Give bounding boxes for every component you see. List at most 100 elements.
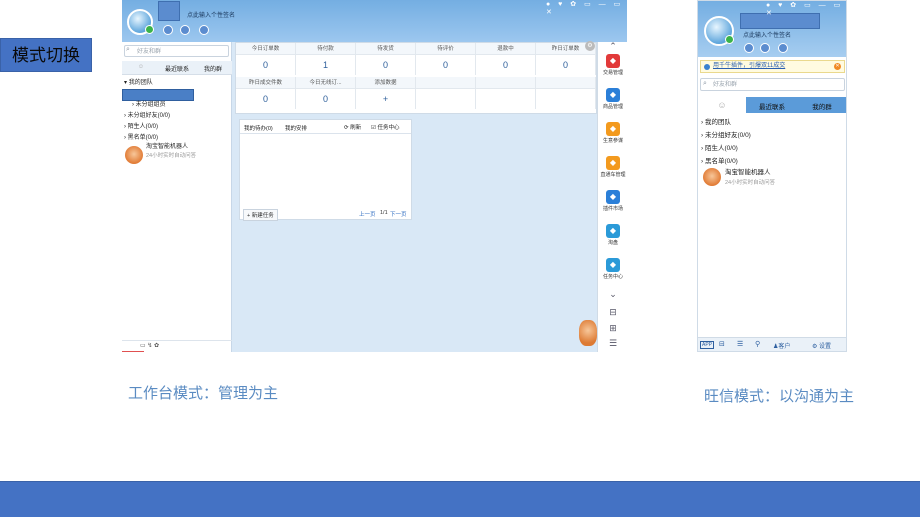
rail-item[interactable]: ◆ 交易管理	[598, 54, 627, 88]
stat-value: 1	[296, 55, 356, 75]
tab-my-todo[interactable]: 我的待办(0)	[244, 124, 273, 132]
status-line	[122, 351, 144, 352]
stat-cell[interactable]: 待发货 0	[356, 43, 416, 75]
tree-item-team[interactable]: ▾ 我的团队	[124, 78, 153, 89]
tree-item-blacklist[interactable]: › 黑名单(0/0)	[701, 155, 738, 168]
rail-label: 插件市场	[602, 206, 623, 212]
window-controls[interactable]: ● ♥ ✿ ▭ — ▭ ✕	[546, 0, 627, 16]
settings-button[interactable]: ⚙ 设置	[812, 341, 831, 350]
stat-cell[interactable]: 添加数据 +	[356, 77, 416, 109]
profile-card-icon[interactable]	[163, 25, 173, 35]
close-icon[interactable]: ✕	[834, 63, 841, 70]
rail-item[interactable]: ◆ 插件市场	[598, 190, 627, 224]
tab-recent[interactable]: 最近联系	[752, 101, 792, 111]
stat-cell[interactable]: 待付款 1	[296, 43, 356, 75]
bottom-toolbar: APP ⊟ ☰ ⚲ ♟客户 ⚙ 设置	[698, 337, 846, 351]
app-button[interactable]: APP	[700, 341, 715, 349]
customer-label: 客户	[778, 344, 791, 350]
grid-icon[interactable]: ⊞	[598, 323, 627, 334]
task-center-button[interactable]: ☑ 任务中心	[371, 123, 399, 131]
robot-contact[interactable]: 淘宝智能机器人 24小时实时自动问答	[146, 143, 196, 161]
notice-link[interactable]: 用千牛插件，引爆双11成交	[713, 61, 785, 72]
contact-search-input[interactable]: 好友和群	[124, 45, 229, 57]
rail-item[interactable]: ◆ 商品管理	[598, 88, 627, 122]
tree-item-strangers[interactable]: › 陌生人(0/0)	[124, 122, 158, 133]
rail-item[interactable]: ◆ 生意参谋	[598, 122, 627, 156]
rail-item[interactable]: ◆ 淘盘	[598, 224, 627, 258]
robot-avatar-icon	[703, 168, 721, 186]
robot-name: 淘宝智能机器人	[146, 144, 189, 150]
stat-value: 0	[296, 89, 356, 109]
stat-cell[interactable]: 退款中 0	[476, 43, 536, 75]
stat-value	[476, 89, 536, 109]
tree-label: 我的团队	[128, 80, 153, 86]
customer-button[interactable]: ♟客户	[773, 341, 790, 350]
tasks-panel: 我的待办(0) 我的安排 ⟳ 刷新 ☑ 任务中心 + 新建任务 上一页 1/1 …	[239, 119, 412, 221]
tab-my-assigned[interactable]: 我的安排	[285, 124, 307, 132]
chevron-down-icon[interactable]: ⌄	[598, 289, 627, 300]
window-controls[interactable]: ● ♥ ✿ ▭ — ▭ ✕	[766, 1, 846, 17]
mail-icon[interactable]	[778, 43, 788, 53]
next-page-link[interactable]: 下一页	[390, 210, 407, 218]
stat-label: 退款中	[476, 43, 536, 55]
list-icon[interactable]: ☰	[737, 340, 743, 348]
stat-value	[416, 89, 476, 109]
tab-recent[interactable]: 最近联系	[160, 64, 194, 73]
stat-value: 0	[476, 55, 536, 75]
prev-page-link[interactable]: 上一页	[359, 210, 376, 218]
stats-panel: 今日订单数 0 待付款 1 待发货 0 待评价 0 退款中 0 昨日订单数 0 昨日成交件数 0 今日无线…	[235, 41, 597, 114]
settings-gear-icon[interactable]: ⚙	[585, 41, 595, 51]
search-person-icon[interactable]: ⚲	[755, 340, 760, 348]
tab-groups[interactable]: 我的群	[802, 101, 842, 111]
stat-cell[interactable]: 昨日成交件数 0	[236, 77, 296, 109]
workbench-window: 点此输入个性签名 ● ♥ ✿ ▭ — ▭ ✕ 好友和群 ⌕ ☺ 最近联系 我的群…	[122, 0, 627, 352]
stat-label	[416, 77, 476, 89]
layout-icon[interactable]: ⊟	[598, 307, 627, 318]
tab-groups[interactable]: 我的群	[196, 64, 230, 73]
stat-cell[interactable]	[476, 77, 536, 109]
tree-label: 我的团队	[704, 119, 731, 126]
robot-contact[interactable]: 淘宝智能机器人 24小时实时自动问答	[725, 168, 775, 188]
stat-cell[interactable]: 待评价 0	[416, 43, 476, 75]
online-status-icon	[145, 25, 154, 34]
tree-item-ungrouped-members[interactable]: › 未分组组员	[132, 100, 166, 111]
list-icon[interactable]: ☰	[598, 338, 627, 349]
stats-row-1: 今日订单数 0 待付款 1 待发货 0 待评价 0 退款中 0 昨日订单数 0	[236, 43, 596, 75]
advisor-icon: ◆	[606, 122, 620, 136]
status-icon[interactable]	[760, 43, 770, 53]
stat-label: 待付款	[296, 43, 356, 55]
profile-card-icon[interactable]	[744, 43, 754, 53]
tree-item-ungrouped-friends[interactable]: › 未分组好友(0/0)	[701, 129, 751, 142]
stat-cell[interactable]: 今日订单数 0	[236, 43, 296, 75]
stat-cell[interactable]: 今日无线订... 0	[296, 77, 356, 109]
tab-contacts[interactable]: ☺	[128, 64, 154, 70]
robot-desc: 24小时实时自动问答	[146, 153, 197, 159]
chevron-up-icon[interactable]: ⌃	[598, 41, 627, 52]
signature-input[interactable]: 点此输入个性签名	[743, 30, 791, 39]
stat-value: 0	[356, 55, 416, 75]
layout-icon[interactable]: ⊟	[719, 340, 725, 348]
tree-item-team[interactable]: › 我的团队	[701, 116, 731, 129]
new-task-button[interactable]: + 新建任务	[243, 209, 278, 221]
signature-input[interactable]: 点此输入个性签名	[187, 10, 235, 19]
divider	[240, 133, 411, 134]
refresh-button[interactable]: ⟳ 刷新	[344, 123, 361, 131]
status-icon[interactable]	[180, 25, 190, 35]
mascot-image	[579, 320, 597, 346]
notice-bar[interactable]: 用千牛插件，引爆双11成交 ✕	[700, 60, 845, 73]
refresh-label: 刷新	[350, 125, 362, 131]
tree-item-strangers[interactable]: › 陌生人(0/0)	[701, 142, 738, 155]
contact-search-input[interactable]: 好友和群	[700, 78, 845, 91]
tab-contacts[interactable]: ☺	[698, 97, 746, 113]
left-caption: 工作台模式：管理为主	[128, 385, 279, 402]
mail-icon[interactable]	[199, 25, 209, 35]
stat-cell[interactable]	[416, 77, 476, 109]
workbench-header: 点此输入个性签名 ● ♥ ✿ ▭ — ▭ ✕	[122, 0, 627, 42]
rail-item[interactable]: ◆ 任务中心	[598, 258, 627, 292]
stat-cell[interactable]	[536, 77, 596, 109]
rail-item[interactable]: ◆ 直通车管理	[598, 156, 627, 190]
task-center-label: 任务中心	[377, 125, 400, 131]
search-icon: ⌕	[126, 46, 130, 53]
tree-item-ungrouped-friends[interactable]: › 未分组好友(0/0)	[124, 111, 170, 122]
car-icon: ◆	[606, 156, 620, 170]
